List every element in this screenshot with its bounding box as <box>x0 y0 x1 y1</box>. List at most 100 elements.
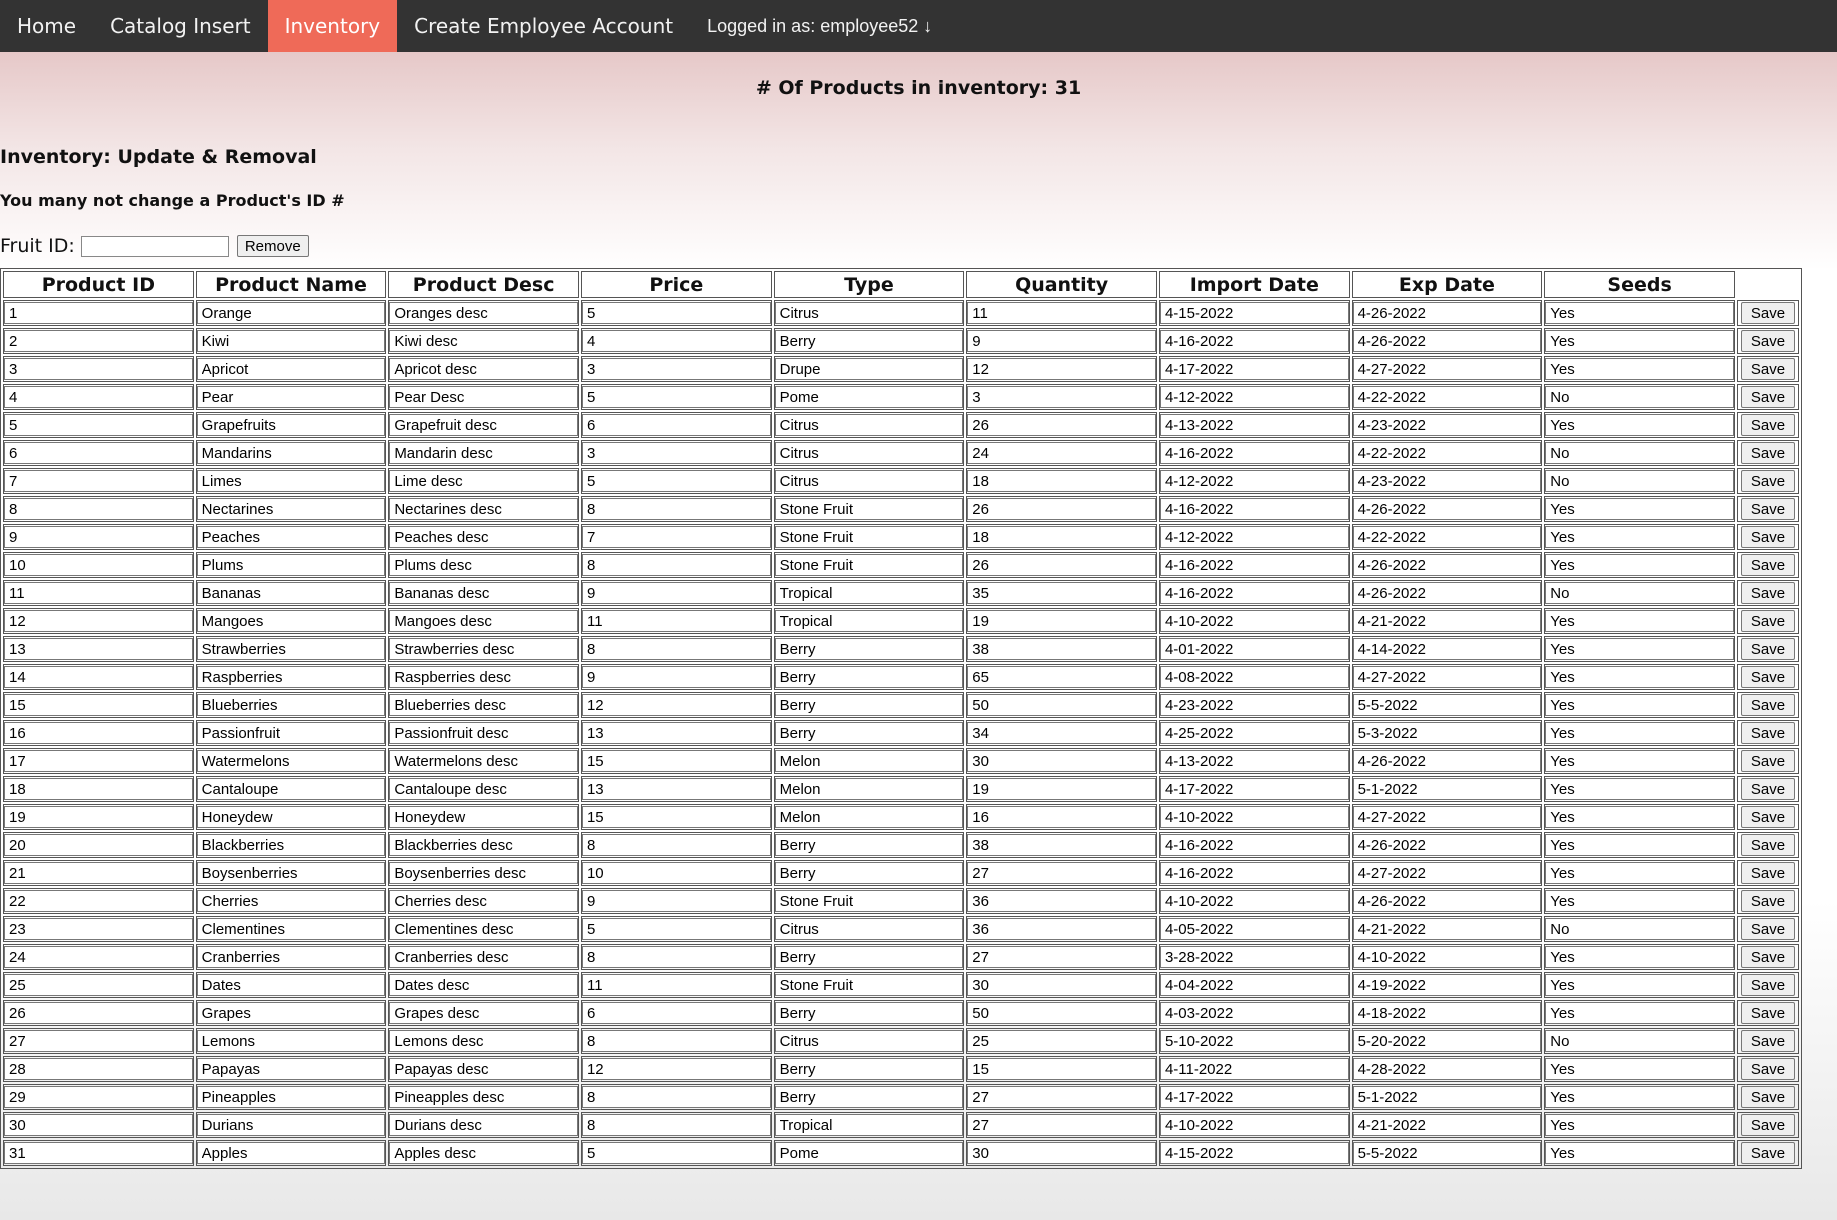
save-button[interactable]: Save <box>1740 330 1795 352</box>
save-button[interactable]: Save <box>1740 610 1795 632</box>
save-button[interactable]: Save <box>1740 778 1795 800</box>
product-desc-input[interactable] <box>389 554 578 576</box>
save-button[interactable]: Save <box>1740 1114 1795 1136</box>
exp-date-input[interactable] <box>1352 330 1542 352</box>
type-input[interactable] <box>774 1142 964 1164</box>
product-name-input[interactable] <box>196 1030 386 1052</box>
product-name-input[interactable] <box>196 610 386 632</box>
save-button[interactable]: Save <box>1740 694 1795 716</box>
product-name-input[interactable] <box>196 974 386 996</box>
import-date-input[interactable] <box>1159 638 1349 660</box>
type-input[interactable] <box>774 946 964 968</box>
exp-date-input[interactable] <box>1352 498 1542 520</box>
product-id-input[interactable] <box>4 890 193 912</box>
quantity-input[interactable] <box>967 526 1156 548</box>
import-date-input[interactable] <box>1159 442 1349 464</box>
seeds-input[interactable] <box>1545 890 1734 912</box>
product-desc-input[interactable] <box>389 1142 578 1164</box>
seeds-input[interactable] <box>1545 498 1734 520</box>
save-button[interactable]: Save <box>1740 862 1795 884</box>
seeds-input[interactable] <box>1545 1002 1734 1024</box>
product-id-input[interactable] <box>4 1086 193 1108</box>
product-id-input[interactable] <box>4 666 193 688</box>
product-desc-input[interactable] <box>389 1114 578 1136</box>
product-desc-input[interactable] <box>389 834 578 856</box>
quantity-input[interactable] <box>967 1114 1156 1136</box>
seeds-input[interactable] <box>1545 1114 1734 1136</box>
type-input[interactable] <box>774 582 964 604</box>
save-button[interactable]: Save <box>1740 358 1795 380</box>
type-input[interactable] <box>774 918 964 940</box>
type-input[interactable] <box>774 442 964 464</box>
seeds-input[interactable] <box>1545 862 1734 884</box>
type-input[interactable] <box>774 498 964 520</box>
exp-date-input[interactable] <box>1352 834 1542 856</box>
import-date-input[interactable] <box>1159 778 1349 800</box>
seeds-input[interactable] <box>1545 358 1734 380</box>
save-button[interactable]: Save <box>1740 1086 1795 1108</box>
quantity-input[interactable] <box>967 1002 1156 1024</box>
quantity-input[interactable] <box>967 302 1156 324</box>
price-input[interactable] <box>581 386 771 408</box>
product-name-input[interactable] <box>196 554 386 576</box>
exp-date-input[interactable] <box>1352 946 1542 968</box>
exp-date-input[interactable] <box>1352 442 1542 464</box>
exp-date-input[interactable] <box>1352 414 1542 436</box>
logged-in-user-menu[interactable]: Logged in as: employee52 ↓ <box>690 0 949 52</box>
quantity-input[interactable] <box>967 1142 1156 1164</box>
quantity-input[interactable] <box>967 890 1156 912</box>
product-desc-input[interactable] <box>389 974 578 996</box>
save-button[interactable]: Save <box>1740 442 1795 464</box>
remove-button[interactable]: Remove <box>236 235 309 257</box>
price-input[interactable] <box>581 666 771 688</box>
import-date-input[interactable] <box>1159 1142 1349 1164</box>
product-name-input[interactable] <box>196 638 386 660</box>
type-input[interactable] <box>774 470 964 492</box>
quantity-input[interactable] <box>967 330 1156 352</box>
product-name-input[interactable] <box>196 1142 386 1164</box>
quantity-input[interactable] <box>967 750 1156 772</box>
save-button[interactable]: Save <box>1740 1002 1795 1024</box>
save-button[interactable]: Save <box>1740 470 1795 492</box>
seeds-input[interactable] <box>1545 554 1734 576</box>
product-desc-input[interactable] <box>389 1058 578 1080</box>
price-input[interactable] <box>581 1142 771 1164</box>
seeds-input[interactable] <box>1545 582 1734 604</box>
import-date-input[interactable] <box>1159 330 1349 352</box>
save-button[interactable]: Save <box>1740 638 1795 660</box>
price-input[interactable] <box>581 582 771 604</box>
type-input[interactable] <box>774 610 964 632</box>
product-id-input[interactable] <box>4 974 193 996</box>
seeds-input[interactable] <box>1545 470 1734 492</box>
quantity-input[interactable] <box>967 918 1156 940</box>
product-desc-input[interactable] <box>389 918 578 940</box>
product-id-input[interactable] <box>4 862 193 884</box>
exp-date-input[interactable] <box>1352 386 1542 408</box>
save-button[interactable]: Save <box>1740 582 1795 604</box>
price-input[interactable] <box>581 470 771 492</box>
exp-date-input[interactable] <box>1352 666 1542 688</box>
quantity-input[interactable] <box>967 498 1156 520</box>
exp-date-input[interactable] <box>1352 918 1542 940</box>
seeds-input[interactable] <box>1545 834 1734 856</box>
import-date-input[interactable] <box>1159 1058 1349 1080</box>
price-input[interactable] <box>581 1002 771 1024</box>
save-button[interactable]: Save <box>1740 1058 1795 1080</box>
seeds-input[interactable] <box>1545 750 1734 772</box>
type-input[interactable] <box>774 834 964 856</box>
seeds-input[interactable] <box>1545 302 1734 324</box>
seeds-input[interactable] <box>1545 386 1734 408</box>
product-desc-input[interactable] <box>389 750 578 772</box>
nav-catalog-insert[interactable]: Catalog Insert <box>93 0 268 52</box>
product-name-input[interactable] <box>196 526 386 548</box>
price-input[interactable] <box>581 1030 771 1052</box>
quantity-input[interactable] <box>967 694 1156 716</box>
seeds-input[interactable] <box>1545 666 1734 688</box>
type-input[interactable] <box>774 1030 964 1052</box>
product-id-input[interactable] <box>4 582 193 604</box>
seeds-input[interactable] <box>1545 722 1734 744</box>
type-input[interactable] <box>774 666 964 688</box>
product-name-input[interactable] <box>196 862 386 884</box>
type-input[interactable] <box>774 1058 964 1080</box>
save-button[interactable]: Save <box>1740 834 1795 856</box>
